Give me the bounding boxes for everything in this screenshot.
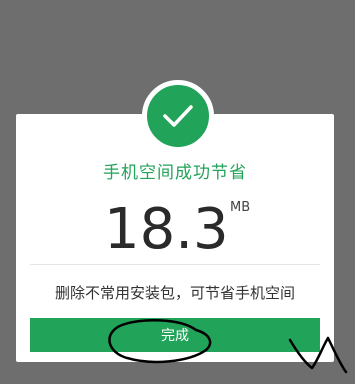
saved-amount-unit: MB xyxy=(230,200,251,215)
divider xyxy=(30,264,320,265)
success-check-icon xyxy=(142,80,214,152)
dialog-title: 手机空间成功节省 xyxy=(103,163,247,183)
tip-text: 删除不常用安装包，可节省手机空间 xyxy=(54,284,295,302)
check-icon xyxy=(163,105,193,127)
saved-amount: 18.3 MB xyxy=(16,192,334,268)
saved-amount-value: 18.3 xyxy=(104,197,229,262)
done-button[interactable]: 完成 xyxy=(30,318,320,352)
